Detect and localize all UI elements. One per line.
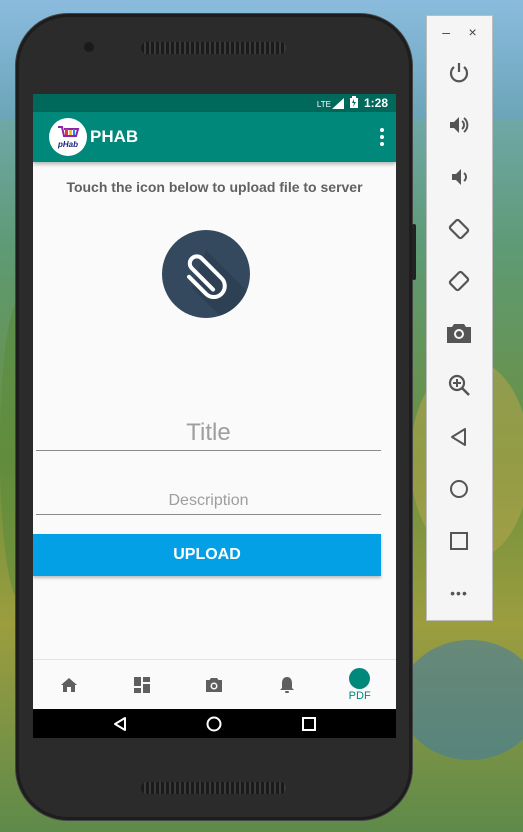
back-icon[interactable] <box>112 716 128 732</box>
zoom-button[interactable] <box>444 370 474 400</box>
description-input[interactable] <box>36 488 381 515</box>
home-button[interactable] <box>444 474 474 504</box>
overview-icon <box>450 532 468 550</box>
home-icon <box>450 480 468 498</box>
bottom-speaker <box>141 782 286 794</box>
overview-icon[interactable] <box>301 716 317 732</box>
app-title: PHAB <box>90 127 139 146</box>
phone-frame: LTE 1:28 pHab PHAB Touch the icon below … <box>16 14 416 820</box>
nav-item-home[interactable] <box>44 662 94 708</box>
volume-up-button[interactable] <box>444 110 474 140</box>
front-camera <box>84 42 94 52</box>
camera-icon <box>206 678 223 692</box>
more-button[interactable]: ••• <box>444 578 474 608</box>
rotate-left-button[interactable] <box>444 214 474 244</box>
upload-instruction: Touch the icon below to upload file to s… <box>66 179 363 195</box>
overview-button[interactable] <box>444 526 474 556</box>
app-toolbar: pHab PHAB <box>33 112 396 162</box>
zoom-icon <box>448 374 470 396</box>
network-indicator: LTE <box>317 97 344 109</box>
back-button[interactable] <box>444 422 474 452</box>
nav-item-dashboard[interactable] <box>117 662 167 708</box>
pdf-icon <box>349 668 371 689</box>
power-button[interactable] <box>444 58 474 88</box>
battery-icon <box>349 95 358 111</box>
screenshot-button[interactable] <box>444 318 474 348</box>
status-bar: LTE 1:28 <box>33 94 396 112</box>
title-input[interactable] <box>36 416 381 451</box>
system-navigation-bar <box>33 709 396 738</box>
bell-icon <box>280 677 295 693</box>
cart-icon <box>58 126 80 137</box>
screenshot-icon <box>447 324 471 343</box>
attach-file-button[interactable] <box>162 230 250 318</box>
top-speaker <box>141 42 286 54</box>
rotate-right-icon <box>448 270 470 292</box>
app-logo[interactable]: pHab <box>49 118 87 156</box>
volume-up-icon <box>450 117 469 133</box>
minimize-button[interactable]: – <box>442 24 450 40</box>
home-circle-icon[interactable] <box>206 716 222 732</box>
nav-item-notifications[interactable] <box>262 662 312 708</box>
emulator-toolbar: – × ••• <box>426 15 493 621</box>
volume-down-icon <box>452 169 467 185</box>
back-icon <box>451 428 466 446</box>
rotate-right-button[interactable] <box>444 266 474 296</box>
paperclip-icon <box>187 250 250 318</box>
volume-down-button[interactable] <box>444 162 474 192</box>
bottom-navigation: PDF <box>33 659 396 710</box>
overflow-menu-icon[interactable] <box>380 128 384 149</box>
logo-text: pHab <box>58 140 78 149</box>
side-button[interactable] <box>412 224 416 280</box>
more-icon: ••• <box>450 585 468 601</box>
nav-item-camera[interactable] <box>189 662 239 708</box>
app-screen: LTE 1:28 pHab PHAB Touch the icon below … <box>33 94 396 738</box>
power-icon <box>449 63 469 83</box>
rotate-left-icon <box>448 218 470 240</box>
upload-button[interactable]: UPLOAD <box>33 534 381 576</box>
home-icon <box>61 678 78 692</box>
nav-item-pdf-label: PDF <box>348 690 371 702</box>
clock: 1:28 <box>363 96 388 110</box>
nav-item-pdf[interactable]: PDF <box>335 662 385 708</box>
dashboard-icon <box>133 677 150 693</box>
close-button[interactable]: × <box>469 24 477 40</box>
